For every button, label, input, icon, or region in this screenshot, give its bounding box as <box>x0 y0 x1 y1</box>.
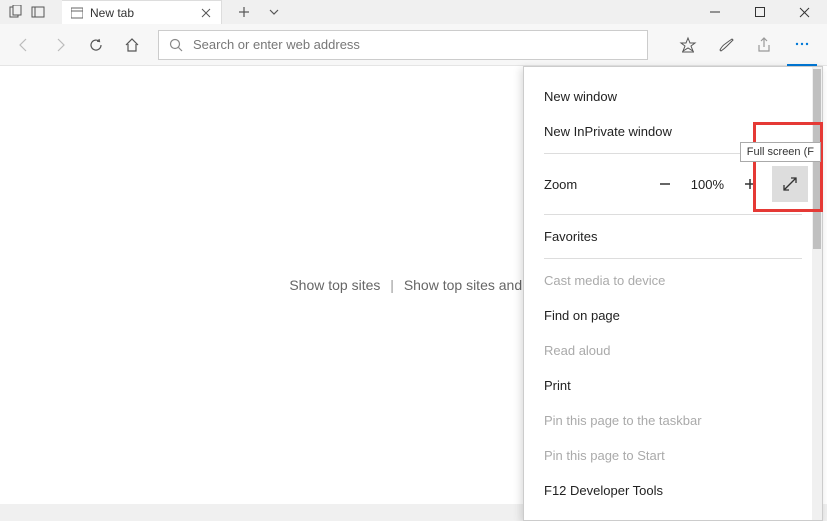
titlebar-spacer <box>290 0 692 24</box>
address-input[interactable] <box>193 37 637 52</box>
menu-scrollbar[interactable] <box>812 67 822 520</box>
show-top-sites-link[interactable]: Show top sites <box>289 277 380 293</box>
minimize-button[interactable] <box>692 0 737 24</box>
tab-preview-button[interactable] <box>264 2 284 22</box>
menu-favorites[interactable]: Favorites <box>524 219 822 254</box>
tab-favicon-icon <box>70 6 84 20</box>
refresh-button[interactable] <box>82 31 110 59</box>
top-sites-row: Show top sites | Show top sites and m <box>289 277 537 293</box>
window-controls <box>692 0 827 24</box>
zoom-row: Zoom 100% <box>524 158 822 210</box>
browser-tab[interactable]: New tab <box>62 0 222 24</box>
zoom-out-button[interactable] <box>649 168 681 200</box>
titlebar-left: New tab <box>0 0 290 24</box>
share-button[interactable] <box>749 30 779 60</box>
zoom-in-button[interactable] <box>734 168 766 200</box>
menu-pin-taskbar[interactable]: Pin this page to the taskbar <box>524 403 822 438</box>
menu-cast[interactable]: Cast media to device <box>524 263 822 298</box>
titlebar: New tab <box>0 0 827 24</box>
notes-button[interactable] <box>711 30 741 60</box>
toolbar-right <box>673 24 817 65</box>
menu-find[interactable]: Find on page <box>524 298 822 333</box>
zoom-label: Zoom <box>544 177 643 192</box>
separator: | <box>390 277 394 293</box>
show-top-sites-more-link[interactable]: Show top sites and m <box>404 277 538 293</box>
close-window-button[interactable] <box>782 0 827 24</box>
menu-dev-tools[interactable]: F12 Developer Tools <box>524 473 822 508</box>
toolbar <box>0 24 827 66</box>
maximize-button[interactable] <box>737 0 782 24</box>
menu-divider <box>544 214 802 215</box>
tab-actions <box>228 2 290 22</box>
menu-divider <box>544 258 802 259</box>
home-button[interactable] <box>118 31 146 59</box>
menu-pin-start[interactable]: Pin this page to Start <box>524 438 822 473</box>
tabs-aside-icon[interactable] <box>30 4 46 20</box>
menu-read-aloud[interactable]: Read aloud <box>524 333 822 368</box>
tab-title: New tab <box>90 6 193 20</box>
zoom-value: 100% <box>687 177 728 192</box>
new-tab-button[interactable] <box>234 2 254 22</box>
forward-button[interactable] <box>46 31 74 59</box>
set-aside-tabs-icon[interactable] <box>8 4 24 20</box>
search-icon <box>169 38 183 52</box>
close-tab-icon[interactable] <box>199 6 213 20</box>
address-bar[interactable] <box>158 30 648 60</box>
menu-new-window[interactable]: New window <box>524 79 822 114</box>
settings-menu: New window New InPrivate window Zoom 100… <box>523 66 823 521</box>
favorites-button[interactable] <box>673 30 703 60</box>
more-button[interactable] <box>787 24 817 66</box>
fullscreen-tooltip: Full screen (F <box>740 142 821 162</box>
menu-print[interactable]: Print <box>524 368 822 403</box>
back-button[interactable] <box>10 31 38 59</box>
fullscreen-button[interactable] <box>772 166 808 202</box>
